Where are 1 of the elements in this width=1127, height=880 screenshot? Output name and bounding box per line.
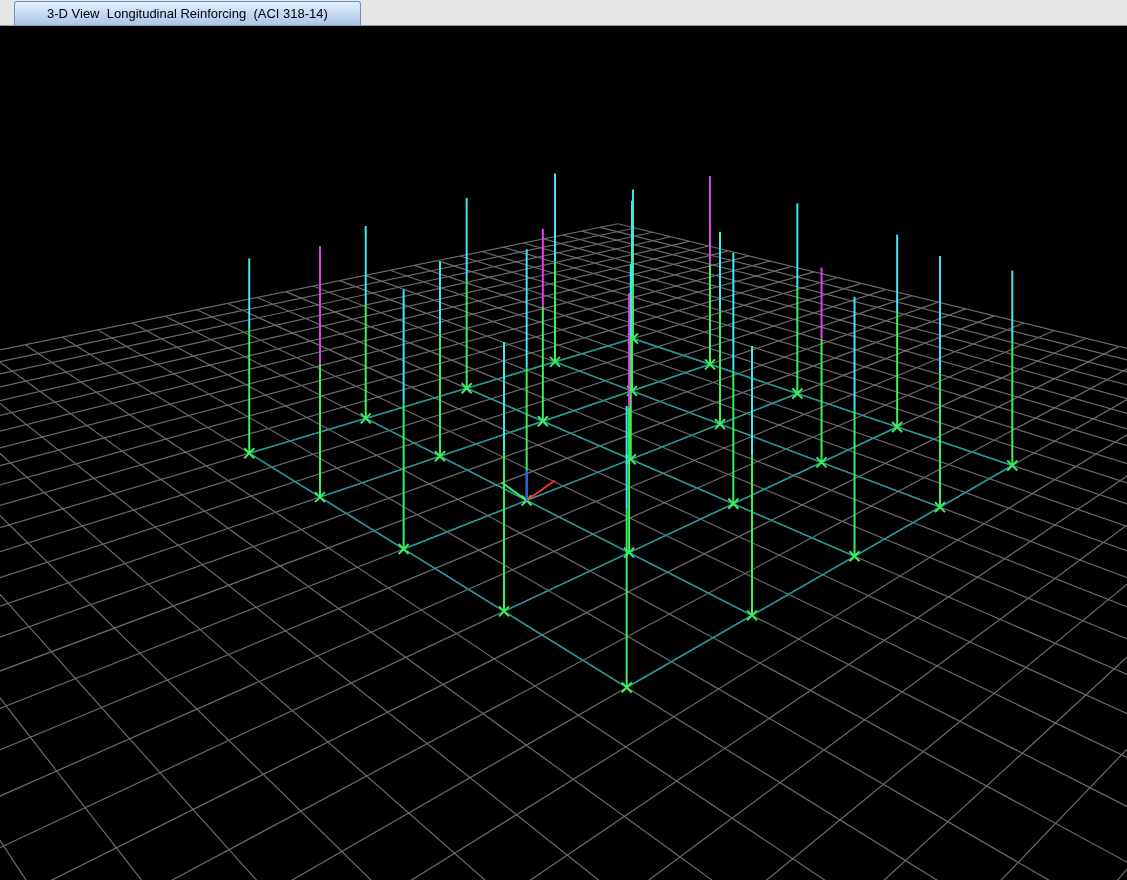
- view-tab[interactable]: 3-D View Longitudinal Reinforcing (ACI 318-14): [14, 1, 361, 25]
